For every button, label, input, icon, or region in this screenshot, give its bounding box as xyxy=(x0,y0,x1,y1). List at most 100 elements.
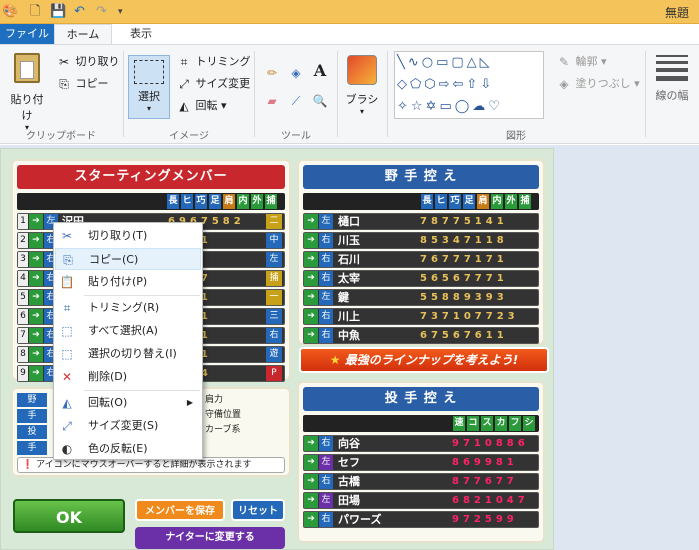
crop-button[interactable]: ⌗ トリミング xyxy=(176,53,251,71)
tab-home[interactable]: ホーム xyxy=(54,24,112,44)
position-badge: 左 xyxy=(266,252,282,267)
player-name: 中魚 xyxy=(338,329,360,342)
rotate-icon: ◭ xyxy=(62,396,72,410)
cut-label: 切り取り xyxy=(75,55,120,68)
table-row[interactable]: ➔ 右古橋 877677 xyxy=(303,473,539,490)
tab-view[interactable]: 表示 xyxy=(112,24,170,44)
header-cell: 捕 xyxy=(519,194,531,209)
resize-icon: ⤢ xyxy=(62,419,72,433)
redo-icon[interactable]: ↷ xyxy=(96,4,107,20)
qa-dropdown-icon[interactable]: ▾ xyxy=(118,4,123,20)
text-icon[interactable]: A xyxy=(312,63,328,79)
divider xyxy=(337,51,338,137)
table-row[interactable]: ➔ 右太宰 56567771 xyxy=(303,270,539,287)
paste-icon: 📋 xyxy=(59,275,75,289)
select-button[interactable]: 選択 ▾ xyxy=(128,55,170,119)
paste-icon xyxy=(14,53,40,83)
ok-button[interactable]: OK xyxy=(13,499,125,533)
paste-button[interactable]: 貼り付け ▾ xyxy=(6,51,48,132)
position-badge: 遊 xyxy=(266,347,282,362)
color-picker-icon[interactable]: ⟋ xyxy=(288,93,304,109)
row-number: 1 xyxy=(18,214,28,229)
select-all-icon: ⬚ xyxy=(61,324,73,338)
cut-button[interactable]: ✂ 切り取り xyxy=(56,53,120,71)
outline-button[interactable]: ✎ 輪郭 ▾ xyxy=(556,53,607,71)
player-name: 川上 xyxy=(338,310,360,323)
hand-badge: 右 xyxy=(319,309,333,324)
rotate-button[interactable]: ◭ 回転 ▾ xyxy=(176,97,226,115)
ribbon: 貼り付け ▾ ✂ 切り取り ⎘ コピー クリップボード 選択 ▾ ⌗ トリミング… xyxy=(0,44,699,144)
player-name: 太宰 xyxy=(338,272,360,285)
tab-file[interactable]: ファイル xyxy=(0,24,54,44)
arrow-icon: ➔ xyxy=(304,474,318,489)
table-row[interactable]: ➔ 左鍵 55889393 xyxy=(303,289,539,306)
menu-item-label: 貼り付け(P) xyxy=(88,275,148,288)
table-row[interactable]: ➔ 右川玉 85347118 xyxy=(303,232,539,249)
size-button[interactable]: 線の幅 xyxy=(650,51,694,131)
header-cell: 肩 xyxy=(223,194,235,209)
arrow-icon: ➔ xyxy=(304,328,318,343)
shapes-gallery[interactable]: ╲∿○▭▢△◺ ◇⬠⬡⇨⇦⇧⇩ ✧☆✡▭◯☁♡ xyxy=(394,51,544,119)
row-number: 9 xyxy=(18,366,28,381)
pencil-icon[interactable]: ✏ xyxy=(264,65,280,81)
save-icon[interactable]: 💾 xyxy=(50,4,66,20)
header-cell: 外 xyxy=(505,194,517,209)
menu-item-invertcolor[interactable]: ◐ 色の反転(E) xyxy=(55,438,201,460)
hand-badge: 右 xyxy=(319,436,333,451)
player-name: 古橋 xyxy=(338,475,360,488)
table-row[interactable]: ➔ 左樋口 78775141 xyxy=(303,213,539,230)
position-badge: 捕 xyxy=(266,271,282,286)
table-row[interactable]: ➔ 右石川 76777171 xyxy=(303,251,539,268)
table-row[interactable]: ➔ 右中魚 67567611 xyxy=(303,327,539,344)
menu-item-label: 切り取り(T) xyxy=(88,229,148,242)
outline-label: 輪郭 xyxy=(575,55,598,68)
table-row[interactable]: ➔ 右向谷 9710886 xyxy=(303,435,539,452)
save-members-button[interactable]: メンバーを保存 xyxy=(135,499,225,521)
menu-item-invert[interactable]: ⬚ 選択の切り替え(I) xyxy=(55,343,201,365)
arrow-icon: ➔ xyxy=(304,290,318,305)
header-cell: 長 xyxy=(421,194,433,209)
magnifier-icon[interactable]: 🔍 xyxy=(312,93,328,109)
menu-item-paste[interactable]: 📋 貼り付け(P) xyxy=(55,271,201,293)
header-cell: 足 xyxy=(463,194,475,209)
banner-text: 最強のラインナップを考えよう! xyxy=(344,353,519,367)
position-badge: 二 xyxy=(266,214,282,229)
header-cell: 速 xyxy=(453,416,465,431)
copy-button[interactable]: ⎘ コピー xyxy=(56,75,108,93)
fill-button[interactable]: ◈ 塗りつぶし ▾ xyxy=(556,75,639,93)
row-number: 5 xyxy=(18,290,28,305)
header-cell: 巧 xyxy=(195,194,207,209)
night-game-button[interactable]: ナイターに変更する xyxy=(135,527,285,549)
header-cell: 内 xyxy=(237,194,249,209)
menu-item-selectall[interactable]: ⬚ すべて選択(A) xyxy=(55,320,201,342)
fill-bucket-icon[interactable]: ◈ xyxy=(288,65,304,81)
header-cell: ヒ xyxy=(181,194,193,209)
table-row[interactable]: ➔ 右パワーズ 972599 xyxy=(303,511,539,528)
pitcher-title: 投 手 控 え xyxy=(303,387,539,411)
player-name: 田場 xyxy=(338,494,360,507)
hand-badge: 左 xyxy=(319,290,333,305)
header-cell: 内 xyxy=(491,194,503,209)
header-cell: ス xyxy=(481,416,493,431)
menu-item-copy[interactable]: ⎘ コピー(C) xyxy=(55,248,201,270)
brushes-button[interactable]: ブラシ ▾ xyxy=(342,53,382,123)
menu-item-crop[interactable]: ⌗ トリミング(R) xyxy=(55,297,201,319)
table-row[interactable]: ➔ 左田場 6821047 xyxy=(303,492,539,509)
divider xyxy=(254,51,255,137)
position-badge: 中 xyxy=(266,233,282,248)
hand-badge: 左 xyxy=(319,493,333,508)
menu-item-resize[interactable]: ⤢ サイズ変更(S) xyxy=(55,415,201,437)
crop-icon: ⌗ xyxy=(180,55,188,69)
menu-item-delete[interactable]: ✕ 削除(D) xyxy=(55,366,201,388)
menu-item-rotate[interactable]: ◭ 回転(O) ▶ xyxy=(55,392,201,414)
undo-icon[interactable]: ↶ xyxy=(74,4,85,20)
player-stats: 76777171 xyxy=(420,254,508,265)
menu-item-cut[interactable]: ✂ 切り取り(T) xyxy=(55,225,201,247)
table-row[interactable]: ➔ 右川上 737107723 xyxy=(303,308,539,325)
reset-button[interactable]: リセット xyxy=(231,499,285,521)
table-row[interactable]: ➔ 左セフ 869981 xyxy=(303,454,539,471)
resize-icon: ⤢ xyxy=(179,77,189,91)
eraser-icon[interactable]: ▰ xyxy=(264,93,280,109)
resize-button[interactable]: ⤢ サイズ変更 xyxy=(176,75,250,93)
new-file-icon[interactable]: 🗋 xyxy=(30,4,40,20)
